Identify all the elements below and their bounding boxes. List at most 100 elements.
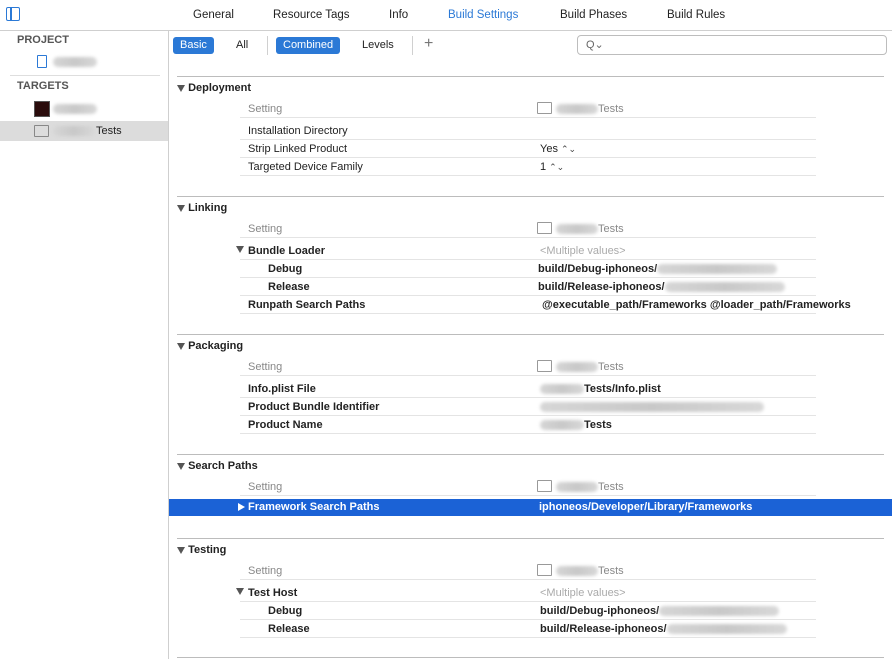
setting-row[interactable]: Bundle Loader <Multiple values>: [236, 242, 816, 260]
section-divider: [177, 538, 884, 539]
setting-row[interactable]: Installation Directory: [240, 122, 816, 140]
column-header-row: Setting Tests: [240, 478, 816, 496]
sidebar-divider: [10, 75, 160, 76]
setting-value[interactable]: Tests: [584, 419, 612, 431]
section-deployment-header[interactable]: Deployment: [177, 82, 251, 94]
section-divider: [177, 76, 884, 77]
section-title: Testing: [188, 544, 227, 556]
bundle-id-redacted[interactable]: [540, 402, 764, 413]
project-name-redacted: [53, 57, 97, 67]
tab-general[interactable]: General: [193, 9, 234, 21]
setting-row[interactable]: Runpath Search Paths @executable_path/Fr…: [240, 296, 851, 314]
disclosure-triangle-icon[interactable]: [238, 503, 245, 511]
setting-row[interactable]: Debug build/Debug-iphoneos/: [240, 602, 816, 620]
target-icon: [537, 480, 552, 493]
setting-column-label: Setting: [248, 481, 283, 493]
setting-row-selected[interactable]: Framework Search Paths iphoneos/Develope…: [169, 499, 892, 516]
setting-name: Framework Search Paths: [248, 501, 380, 513]
setting-row[interactable]: Product Bundle Identifier: [240, 398, 816, 416]
popup-chevron-icon[interactable]: ⌃⌄: [549, 162, 564, 172]
setting-row[interactable]: Strip Linked Product Yes ⌃⌄: [240, 140, 816, 158]
name-redacted: [540, 384, 584, 395]
setting-name: Strip Linked Product: [248, 143, 348, 155]
disclosure-triangle-icon[interactable]: [236, 246, 244, 253]
setting-value[interactable]: build/Release-iphoneos/: [538, 281, 665, 293]
tab-build-phases[interactable]: Build Phases: [560, 9, 627, 21]
target-tests-item[interactable]: Tests: [0, 121, 168, 141]
setting-row[interactable]: Test Host <Multiple values>: [236, 584, 816, 602]
combined-view-button[interactable]: Combined: [276, 37, 341, 54]
setting-value[interactable]: iphoneos/Developer/Library/Frameworks: [539, 501, 752, 513]
tab-info[interactable]: Info: [389, 9, 408, 21]
levels-view-button[interactable]: Levels: [355, 37, 401, 54]
basic-filter-button[interactable]: Basic: [173, 37, 214, 54]
setting-value[interactable]: Tests/Info.plist: [584, 383, 661, 395]
disclosure-triangle-icon[interactable]: [177, 342, 185, 350]
section-divider: [177, 657, 884, 658]
setting-row[interactable]: Debug build/Debug-iphoneos/: [240, 260, 816, 278]
target-name-redacted: [556, 482, 598, 493]
setting-value[interactable]: <Multiple values>: [540, 587, 626, 599]
setting-row[interactable]: Targeted Device Family 1 ⌃⌄: [240, 158, 816, 176]
setting-row[interactable]: Release build/Release-iphoneos/: [240, 620, 816, 638]
section-title: Linking: [188, 202, 228, 214]
test-bundle-icon: [34, 125, 49, 137]
editor-tab-bar: General Resource Tags Info Build Setting…: [0, 0, 892, 31]
column-header-row: Setting Tests: [240, 358, 816, 376]
section-linking-header[interactable]: Linking: [177, 202, 227, 214]
column-header-row: Setting Tests: [240, 220, 816, 238]
disclosure-triangle-icon[interactable]: [177, 546, 185, 554]
setting-row[interactable]: Release build/Release-iphoneos/: [240, 278, 816, 296]
setting-row[interactable]: Product Name Tests: [240, 416, 816, 434]
setting-name: Release: [268, 623, 310, 635]
popup-chevron-icon[interactable]: ⌃⌄: [561, 144, 576, 154]
setting-name: Release: [268, 281, 310, 293]
section-search-paths-header[interactable]: Search Paths: [177, 460, 258, 472]
section-title: Search Paths: [188, 460, 258, 472]
setting-value[interactable]: 1: [540, 161, 546, 173]
project-item[interactable]: [0, 52, 168, 72]
tab-build-rules[interactable]: Build Rules: [667, 9, 725, 21]
target-name-redacted: [556, 104, 598, 115]
setting-value[interactable]: Yes: [540, 143, 558, 155]
setting-row[interactable]: Info.plist File Tests/Info.plist: [240, 380, 816, 398]
disclosure-triangle-icon[interactable]: [177, 462, 185, 470]
setting-name: Installation Directory: [248, 125, 348, 137]
add-setting-button[interactable]: +: [424, 35, 433, 53]
project-target-sidebar: PROJECT TARGETS Tests: [0, 31, 169, 659]
setting-value[interactable]: build/Debug-iphoneos/: [538, 263, 657, 275]
setting-column-label: Setting: [248, 361, 283, 373]
target-column-suffix: Tests: [598, 223, 624, 235]
setting-value[interactable]: build/Release-iphoneos/: [540, 623, 667, 635]
target-app-item[interactable]: [0, 99, 168, 119]
section-divider: [177, 196, 884, 197]
disclosure-triangle-icon[interactable]: [177, 204, 185, 212]
setting-value[interactable]: build/Debug-iphoneos/: [540, 605, 659, 617]
setting-name: Test Host: [248, 587, 298, 599]
path-redacted: [657, 264, 778, 275]
section-testing-header[interactable]: Testing: [177, 544, 226, 556]
target-name-redacted: [556, 362, 598, 373]
setting-value[interactable]: @executable_path/Frameworks @loader_path…: [542, 299, 851, 311]
search-field[interactable]: Q⌄: [577, 35, 887, 55]
path-redacted: [664, 282, 785, 293]
build-settings-filter-bar: Basic All Combined Levels + Q⌄: [169, 31, 892, 60]
tab-resource-tags[interactable]: Resource Tags: [273, 9, 350, 21]
target-column-suffix: Tests: [598, 481, 624, 493]
target-icon: [537, 222, 552, 235]
target-name-redacted: [53, 104, 97, 114]
target-name-redacted: [556, 566, 598, 577]
setting-value[interactable]: <Multiple values>: [540, 245, 626, 257]
disclosure-triangle-icon[interactable]: [236, 588, 244, 595]
path-redacted: [666, 624, 787, 635]
section-packaging-header[interactable]: Packaging: [177, 340, 243, 352]
column-header-row: Setting Tests: [240, 100, 816, 118]
disclosure-triangle-icon[interactable]: [177, 84, 185, 92]
setting-name: Product Name: [248, 419, 323, 431]
target-column-suffix: Tests: [598, 565, 624, 577]
section-title: Packaging: [188, 340, 244, 352]
tab-build-settings[interactable]: Build Settings: [448, 9, 518, 21]
all-filter-button[interactable]: All: [229, 37, 255, 54]
navigator-toggle-icon[interactable]: [6, 7, 20, 21]
target-column-suffix: Tests: [598, 361, 624, 373]
